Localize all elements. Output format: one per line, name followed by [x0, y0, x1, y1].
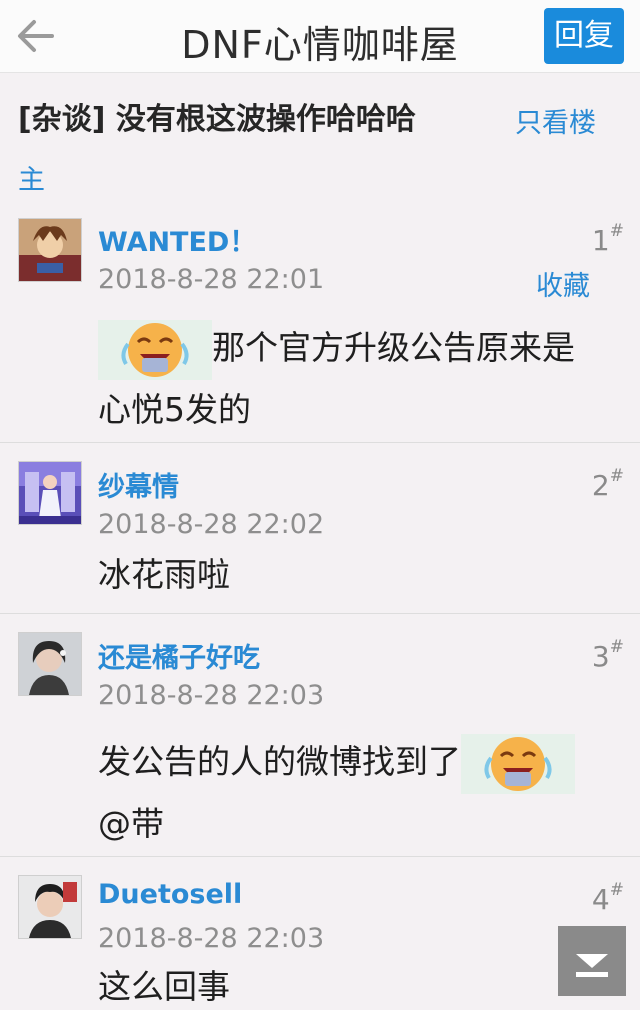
chevron-down-icon: [576, 954, 608, 977]
thread-page: DNF心情咖啡屋 回复 [杂谈] 没有根这波操作哈哈哈 只看楼 主 WANTED…: [0, 0, 640, 1010]
post-item: 纱幕情 2# 2018-8-28 22:02 冰花雨啦: [0, 443, 640, 614]
floor-mark: #: [609, 879, 624, 900]
floor-number: 4#: [591, 879, 624, 916]
post-content: 发公告的人的微博找到了 @带: [98, 732, 575, 854]
floor-number: 3#: [591, 636, 624, 673]
floor-number: 1#: [591, 220, 624, 257]
laughing-crying-emoji-icon: [98, 319, 212, 380]
scroll-to-bottom-button[interactable]: [558, 926, 626, 996]
thread-title: [杂谈] 没有根这波操作哈哈哈: [18, 102, 416, 137]
author-name[interactable]: Duetosell: [98, 879, 242, 910]
post-text: 那个官方升级公告原来是: [212, 328, 575, 367]
author-name[interactable]: 还是橘子好吃: [98, 636, 260, 675]
floor-value: 2: [591, 469, 610, 502]
post-text: 发公告的人的微博找到了: [98, 742, 461, 781]
floor-value: 3: [591, 640, 610, 673]
floor-mark: #: [609, 636, 624, 657]
floor-number: 2#: [591, 465, 624, 502]
post-content: 那个官方升级公告原来是 心悦5发的: [98, 318, 575, 440]
post-time: 2018-8-28 22:03: [98, 923, 325, 954]
avatar[interactable]: [18, 875, 82, 939]
post-text: 这么回事: [98, 967, 230, 1006]
avatar[interactable]: [18, 632, 82, 696]
post-content: 冰花雨啦: [98, 545, 230, 605]
floor-mark: #: [609, 220, 624, 241]
post-time: 2018-8-28 22:01: [98, 264, 325, 295]
favorite-link[interactable]: 收藏: [536, 264, 590, 303]
post-item: WANTED！ 1# 2018-8-28 22:01 收藏 那个官方升级公告原来…: [0, 210, 640, 443]
avatar[interactable]: [18, 461, 82, 525]
author-name[interactable]: WANTED！: [98, 220, 256, 259]
post-text: 冰花雨啦: [98, 555, 230, 594]
only-op-link[interactable]: 只看楼: [515, 101, 596, 140]
post-time: 2018-8-28 22:03: [98, 680, 325, 711]
floor-value: 4: [591, 883, 610, 916]
post-text: @带: [98, 803, 164, 843]
post-time: 2018-8-28 22:02: [98, 509, 325, 540]
laughing-crying-emoji-icon: [461, 733, 575, 794]
only-op-link-wrap[interactable]: 主: [18, 158, 45, 197]
top-bar: DNF心情咖啡屋 回复: [0, 0, 640, 73]
reply-button[interactable]: 回复: [544, 8, 624, 64]
avatar[interactable]: [18, 218, 82, 282]
floor-value: 1: [591, 224, 610, 257]
post-item: Duetosell 4# 2018-8-28 22:03 这么回事: [0, 857, 640, 1010]
post-text: 心悦5发的: [98, 389, 251, 429]
author-name[interactable]: 纱幕情: [98, 465, 179, 504]
floor-mark: #: [609, 465, 624, 486]
post-item: 还是橘子好吃 3# 2018-8-28 22:03 发公告的人的微博找到了 @带: [0, 614, 640, 857]
post-content: 这么回事: [98, 957, 230, 1010]
